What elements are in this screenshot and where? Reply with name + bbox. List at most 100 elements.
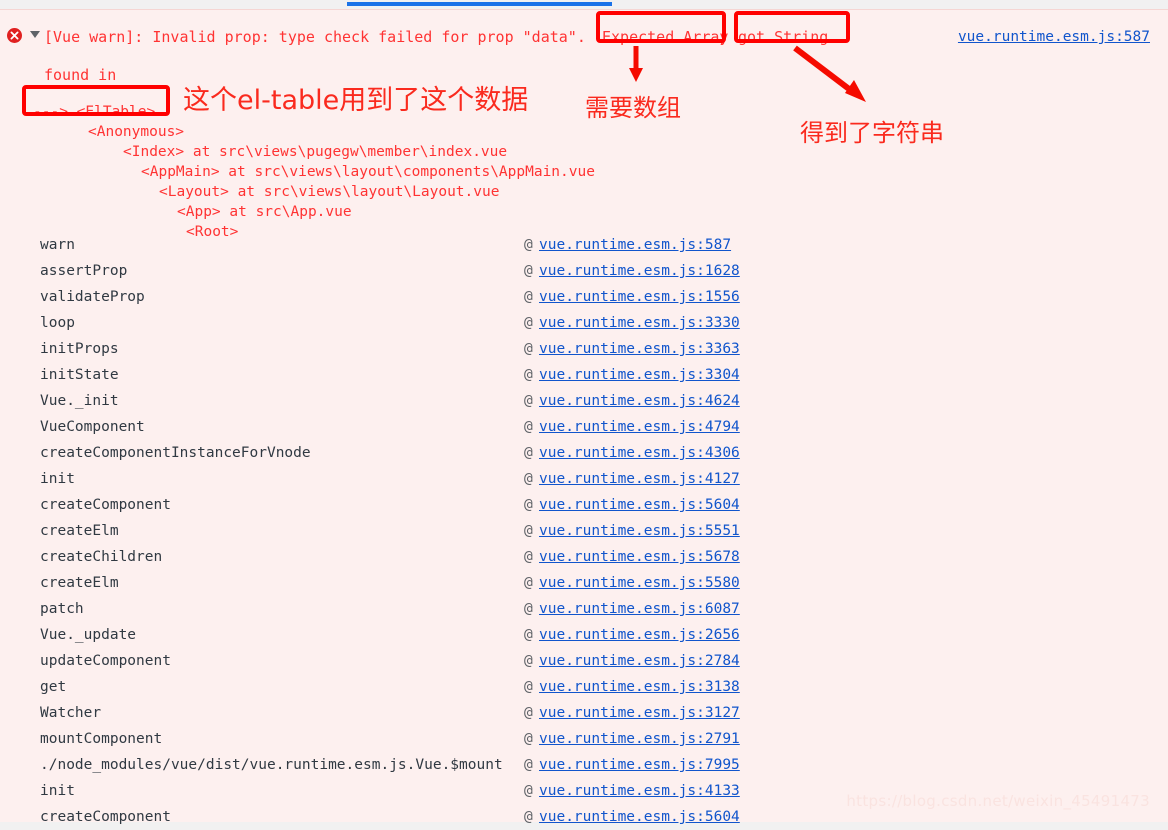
- stack-frame-function: init: [40, 783, 75, 799]
- stack-frame-source-link[interactable]: vue.runtime.esm.js:5580: [539, 570, 740, 596]
- stack-frame-at-symbol: @: [524, 523, 533, 539]
- stack-frame-row: init @ vue.runtime.esm.js:4127: [0, 466, 1168, 492]
- stack-frame-source-link[interactable]: vue.runtime.esm.js:5678: [539, 544, 740, 570]
- stack-frame-source-link[interactable]: vue.runtime.esm.js:4624: [539, 388, 740, 414]
- stack-frame-source-link[interactable]: vue.runtime.esm.js:7995: [539, 752, 740, 778]
- stack-frame-row: VueComponent @ vue.runtime.esm.js:4794: [0, 414, 1168, 440]
- stack-frame-function: mountComponent: [40, 731, 163, 747]
- stack-frame-at-symbol: @: [524, 549, 533, 565]
- stack-frame-source-link[interactable]: vue.runtime.esm.js:3138: [539, 674, 740, 700]
- stack-frame-at-symbol: @: [524, 367, 533, 383]
- component-trace-anonymous: <Anonymous>: [88, 124, 185, 140]
- stack-frame-row: loop @ vue.runtime.esm.js:3330: [0, 310, 1168, 336]
- vue-warning-message: [Vue warn]: Invalid prop: type check fai…: [44, 28, 586, 46]
- stack-frame-function: init: [40, 471, 75, 487]
- stack-frame-at-symbol: @: [524, 497, 533, 513]
- stack-frame-row: Vue._init @ vue.runtime.esm.js:4624: [0, 388, 1168, 414]
- stack-frame-function: loop: [40, 315, 75, 331]
- stack-frame-source-link[interactable]: vue.runtime.esm.js:5604: [539, 492, 740, 518]
- stack-frame-row: validateProp @ vue.runtime.esm.js:1556: [0, 284, 1168, 310]
- stack-frame-at-symbol: @: [524, 809, 533, 825]
- stack-frame-at-symbol: @: [524, 627, 533, 643]
- stack-frame-function: patch: [40, 601, 84, 617]
- component-trace-app: <App> at src\App.vue: [177, 204, 352, 220]
- got-string-text: got String.: [738, 28, 838, 46]
- annotation-text-expected: 需要数组: [585, 94, 681, 122]
- stack-frame-row: mountComponent @ vue.runtime.esm.js:2791: [0, 726, 1168, 752]
- stack-frame-source-link[interactable]: vue.runtime.esm.js:2656: [539, 622, 740, 648]
- stack-frame-source-link[interactable]: vue.runtime.esm.js:3363: [539, 336, 740, 362]
- stack-frame-function: createComponent: [40, 497, 171, 513]
- stack-frame-row: patch @ vue.runtime.esm.js:6087: [0, 596, 1168, 622]
- stack-frame-source-link[interactable]: vue.runtime.esm.js:3127: [539, 700, 740, 726]
- stack-frame-source-link[interactable]: vue.runtime.esm.js:2784: [539, 648, 740, 674]
- component-trace-index: <Index> at src\views\pugegw\member\index…: [123, 144, 508, 160]
- stack-frame-source-link[interactable]: vue.runtime.esm.js:5604: [539, 804, 740, 830]
- browser-chrome-strip: [0, 0, 1168, 9]
- stack-frame-source-link[interactable]: vue.runtime.esm.js:4127: [539, 466, 740, 492]
- stack-frame-function: assertProp: [40, 263, 128, 279]
- stack-frame-row: assertProp @ vue.runtime.esm.js:1628: [0, 258, 1168, 284]
- triangle-down-icon[interactable]: [30, 31, 40, 38]
- stack-frame-at-symbol: @: [524, 575, 533, 591]
- stack-frame-function: validateProp: [40, 289, 145, 305]
- stack-frame-source-link[interactable]: vue.runtime.esm.js:3330: [539, 310, 740, 336]
- stack-frame-source-link[interactable]: vue.runtime.esm.js:2791: [539, 726, 740, 752]
- annotation-text-got: 得到了字符串: [800, 119, 944, 147]
- stack-frame-function: VueComponent: [40, 419, 145, 435]
- component-trace-layout: <Layout> at src\views\layout\Layout.vue: [159, 184, 500, 200]
- stack-frame-row: createComponent @ vue.runtime.esm.js:5604: [0, 492, 1168, 518]
- stack-frame-function: updateComponent: [40, 653, 171, 669]
- stack-frame-function: initProps: [40, 341, 119, 357]
- component-trace-eltable: ---> <ElTable>: [33, 104, 156, 120]
- stack-frame-at-symbol: @: [524, 705, 533, 721]
- stack-frame-source-link[interactable]: vue.runtime.esm.js:4133: [539, 778, 740, 804]
- stack-frame-function: Vue._init: [40, 393, 119, 409]
- stack-frame-row: createElm @ vue.runtime.esm.js:5551: [0, 518, 1168, 544]
- stack-frame-row: createChildren @ vue.runtime.esm.js:5678: [0, 544, 1168, 570]
- stack-frame-at-symbol: @: [524, 783, 533, 799]
- stack-frame-function: createChildren: [40, 549, 163, 565]
- stack-frame-function: createElm: [40, 523, 119, 539]
- stack-frame-at-symbol: @: [524, 601, 533, 617]
- stack-frame-source-link[interactable]: vue.runtime.esm.js:4794: [539, 414, 740, 440]
- stack-frame-list: warn @ vue.runtime.esm.js:587 assertProp @ vu…: [0, 232, 1168, 830]
- stack-frame-at-symbol: @: [524, 341, 533, 357]
- stack-frame-at-symbol: @: [524, 237, 533, 253]
- stack-frame-at-symbol: @: [524, 653, 533, 669]
- stack-frame-source-link[interactable]: vue.runtime.esm.js:3304: [539, 362, 740, 388]
- warning-comma: ,: [718, 28, 728, 46]
- stack-frame-function: get: [40, 679, 67, 695]
- stack-frame-source-link[interactable]: vue.runtime.esm.js:4306: [539, 440, 740, 466]
- stack-frame-row: initProps @ vue.runtime.esm.js:3363: [0, 336, 1168, 362]
- error-icon: [7, 28, 22, 43]
- stack-frame-function: createComponent: [40, 809, 171, 825]
- stack-frame-row: warn @ vue.runtime.esm.js:587: [0, 232, 1168, 258]
- stack-frame-source-link[interactable]: vue.runtime.esm.js:1628: [539, 258, 740, 284]
- stack-frame-row: Watcher @ vue.runtime.esm.js:3127: [0, 700, 1168, 726]
- stack-frame-row: initState @ vue.runtime.esm.js:3304: [0, 362, 1168, 388]
- stack-frame-at-symbol: @: [524, 471, 533, 487]
- stack-frame-source-link[interactable]: vue.runtime.esm.js:6087: [539, 596, 740, 622]
- stack-frame-at-symbol: @: [524, 419, 533, 435]
- found-in-label: found in: [44, 66, 117, 84]
- stack-frame-row: createComponentInstanceForVnode @ vue.runt…: [0, 440, 1168, 466]
- stack-frame-at-symbol: @: [524, 289, 533, 305]
- stack-frame-function: createElm: [40, 575, 119, 591]
- expected-array-text: Expected Array: [602, 28, 729, 46]
- console-source-link[interactable]: vue.runtime.esm.js:587: [958, 29, 1150, 45]
- devtools-active-tab-underline[interactable]: [347, 2, 612, 6]
- stack-frame-at-symbol: @: [524, 757, 533, 773]
- stack-frame-at-symbol: @: [524, 679, 533, 695]
- stack-frame-source-link[interactable]: vue.runtime.esm.js:1556: [539, 284, 740, 310]
- stack-frame-function: ./node_modules/vue/dist/vue.runtime.esm.…: [40, 757, 503, 773]
- stack-frame-source-link[interactable]: vue.runtime.esm.js:587: [539, 232, 731, 258]
- stack-frame-at-symbol: @: [524, 731, 533, 747]
- stack-frame-source-link[interactable]: vue.runtime.esm.js:5551: [539, 518, 740, 544]
- console-error-panel: [Vue warn]: Invalid prop: type check fai…: [0, 9, 1168, 825]
- component-trace-appmain: <AppMain> at src\views\layout\components…: [141, 164, 595, 180]
- stack-frame-at-symbol: @: [524, 445, 533, 461]
- stack-frame-at-symbol: @: [524, 315, 533, 331]
- stack-frame-function: initState: [40, 367, 119, 383]
- stack-frame-function: warn: [40, 237, 75, 253]
